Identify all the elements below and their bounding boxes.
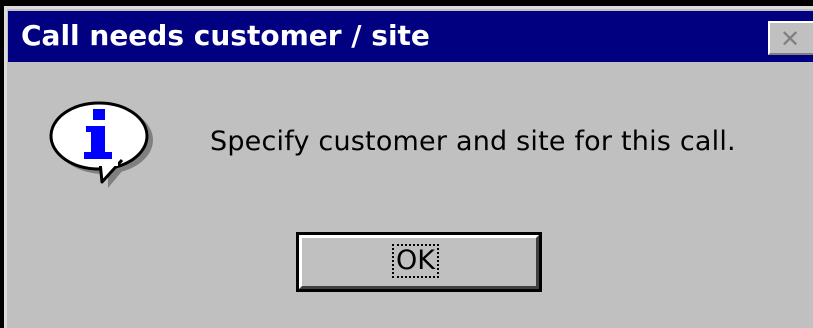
dialog-title: Call needs customer / site: [21, 19, 430, 52]
close-button[interactable]: ✕: [768, 21, 813, 55]
title-bar: Call needs customer / site ✕: [8, 11, 813, 62]
close-icon: ✕: [780, 25, 801, 53]
information-icon: [49, 101, 153, 188]
dialog-message: Specify customer and site for this call.: [210, 126, 736, 157]
ok-button-label: OK: [392, 244, 439, 278]
ok-button[interactable]: OK: [296, 232, 542, 292]
